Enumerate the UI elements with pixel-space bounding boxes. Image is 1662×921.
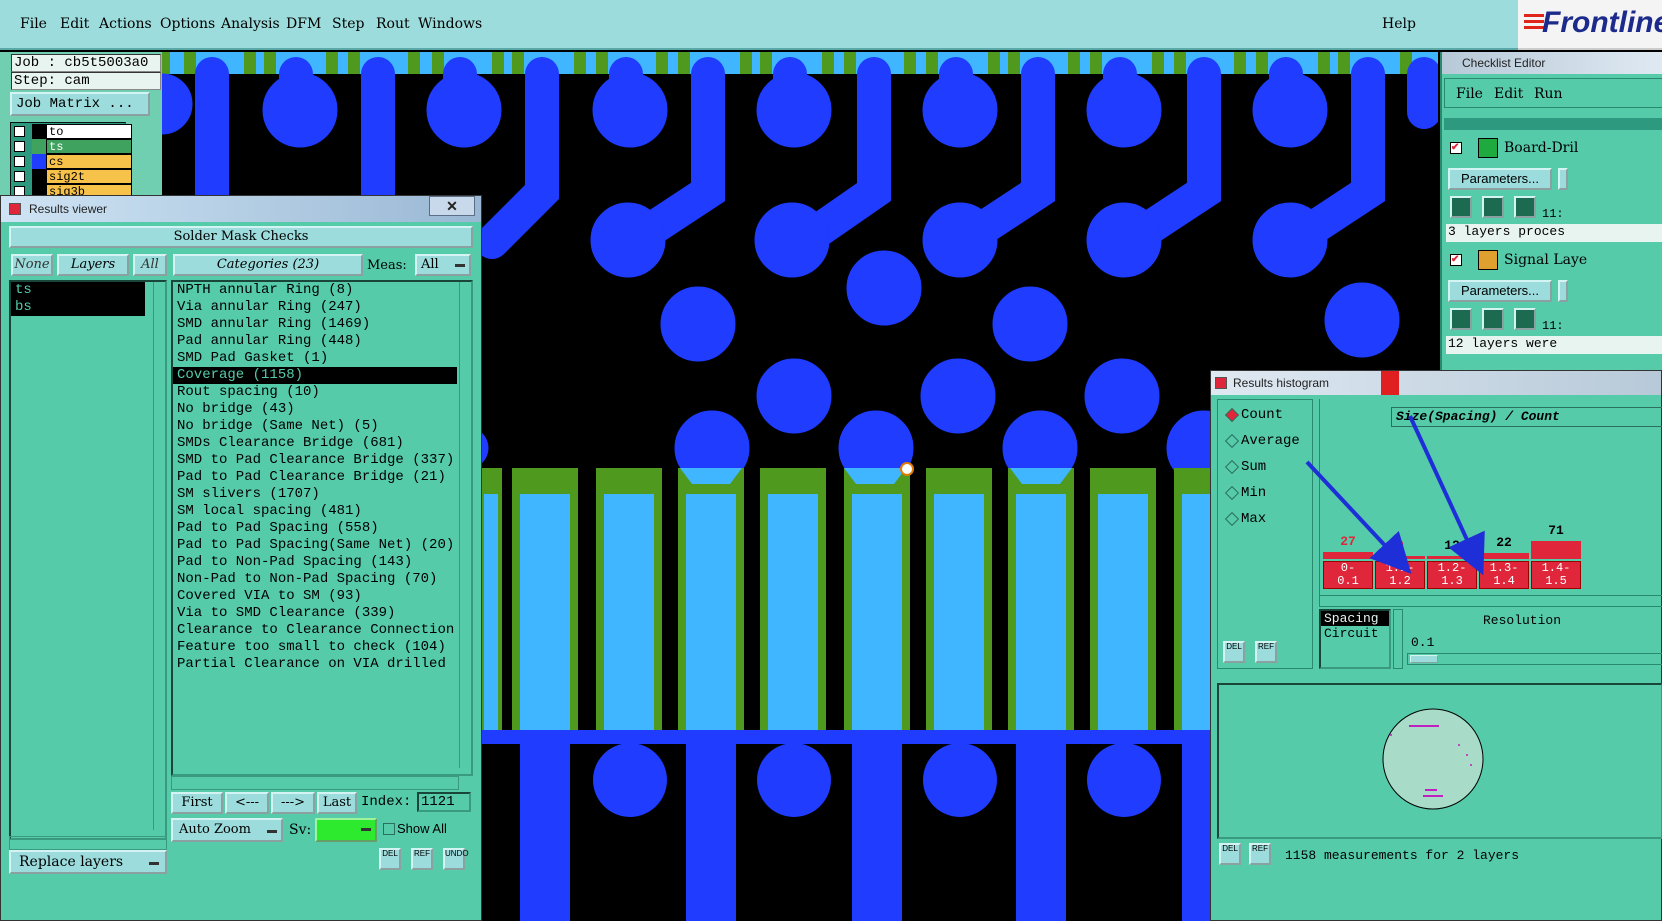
annotation-arrows — [1305, 415, 1485, 576]
